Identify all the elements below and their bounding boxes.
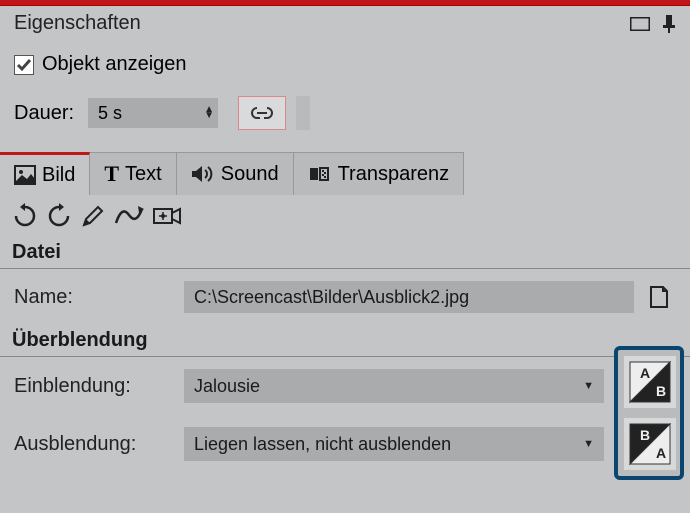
duration-label: Dauer:: [14, 102, 74, 125]
svg-text:A: A: [640, 365, 650, 381]
transition-preset-ab[interactable]: AB: [624, 356, 676, 408]
text-icon: T: [104, 161, 119, 187]
fade-in-value: Jalousie: [194, 376, 260, 397]
file-name-value: C:\Screencast\Bilder\Ausblick2.jpg: [194, 287, 469, 308]
pin-icon[interactable]: [662, 15, 676, 33]
show-object-label: Objekt anzeigen: [42, 53, 187, 76]
tab-label: Transparenz: [338, 163, 450, 186]
image-icon: [14, 165, 36, 185]
tabs: Bild T Text Sound Transparenz: [0, 152, 690, 195]
fade-in-label: Einblendung:: [14, 375, 184, 398]
rotate-ccw-icon[interactable]: [12, 203, 38, 229]
browse-button[interactable]: [642, 281, 676, 313]
duration-stepper[interactable]: 5 s ▲▼: [88, 98, 218, 128]
fade-out-row: Ausblendung: Liegen lassen, nicht ausble…: [0, 415, 690, 473]
link-button[interactable]: [238, 96, 286, 130]
file-name-label: Name:: [14, 286, 184, 309]
fade-in-row: Einblendung: Jalousie ▼: [0, 357, 690, 415]
stepper-arrows-icon[interactable]: ▲▼: [204, 107, 214, 119]
titlebar: Eigenschaften: [0, 6, 690, 43]
chevron-down-icon: ▼: [583, 438, 594, 450]
sound-icon: [191, 164, 215, 184]
camera-icon[interactable]: [152, 203, 182, 229]
svg-text:A: A: [656, 445, 666, 461]
show-object-checkbox[interactable]: [14, 55, 34, 75]
tab-label: Bild: [42, 164, 75, 187]
edit-pencil-icon[interactable]: [80, 203, 106, 229]
duration-row: Dauer: 5 s ▲▼: [0, 86, 690, 140]
tab-text[interactable]: T Text: [90, 152, 176, 195]
file-name-input[interactable]: C:\Screencast\Bilder\Ausblick2.jpg: [184, 281, 634, 313]
tab-bild[interactable]: Bild: [0, 152, 90, 195]
path-curve-icon[interactable]: [114, 203, 144, 229]
rotate-cw-icon[interactable]: [46, 203, 72, 229]
fade-out-label: Ausblendung:: [14, 433, 184, 456]
show-object-row: Objekt anzeigen: [0, 43, 690, 86]
tab-transparenz[interactable]: Transparenz: [294, 152, 465, 195]
section-header-ueberblendung: Überblendung: [0, 325, 690, 357]
fade-out-value: Liegen lassen, nicht ausblenden: [194, 434, 451, 455]
image-toolbar: [0, 195, 690, 237]
section-header-datei: Datei: [0, 237, 690, 269]
transition-preset-panel: AB BA: [614, 346, 684, 480]
svg-text:B: B: [656, 383, 666, 399]
link-dropdown[interactable]: [296, 96, 310, 130]
fade-out-dropdown[interactable]: Liegen lassen, nicht ausblenden ▼: [184, 427, 604, 461]
svg-text:B: B: [640, 427, 650, 443]
duration-value: 5 s: [98, 103, 122, 124]
transition-preset-ba[interactable]: BA: [624, 418, 676, 470]
file-name-row: Name: C:\Screencast\Bilder\Ausblick2.jpg: [0, 269, 690, 325]
panel-title: Eigenschaften: [14, 12, 141, 35]
tab-label: Text: [125, 163, 162, 186]
chevron-down-icon: ▼: [583, 380, 594, 392]
tab-label: Sound: [221, 163, 279, 186]
dock-icon[interactable]: [630, 15, 650, 33]
transparency-icon: [308, 164, 332, 184]
tab-sound[interactable]: Sound: [177, 152, 294, 195]
fade-in-dropdown[interactable]: Jalousie ▼: [184, 369, 604, 403]
